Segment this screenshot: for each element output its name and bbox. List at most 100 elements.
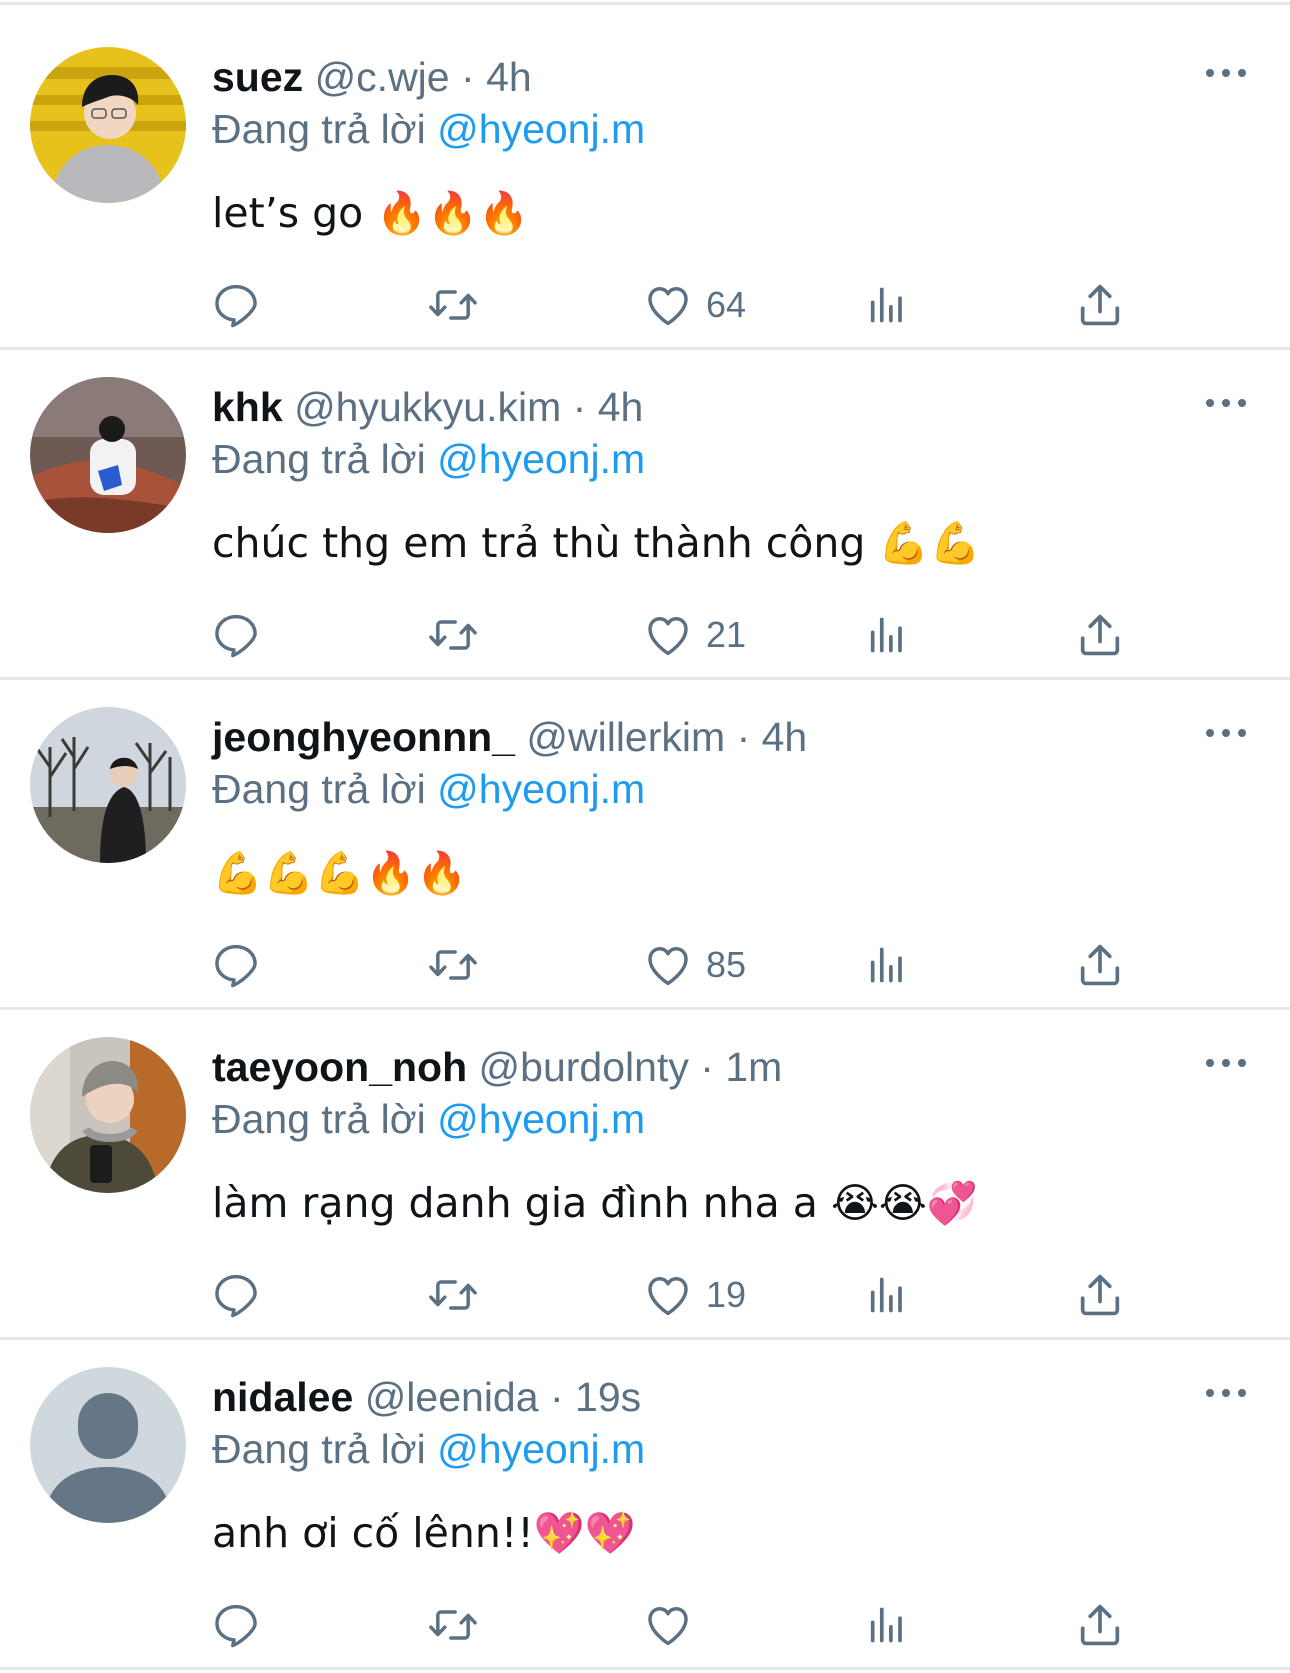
user-handle[interactable]: @willerkim: [526, 714, 725, 760]
timestamp[interactable]: 19s: [575, 1374, 641, 1420]
tweet-header: nidalee @leenida · 19s: [212, 1371, 641, 1423]
display-name[interactable]: suez: [212, 54, 303, 100]
avatar[interactable]: [30, 47, 186, 203]
share-icon: [1074, 279, 1126, 331]
analytics-icon: [860, 279, 912, 331]
reply-tweet[interactable]: suez @c.wje · 4h Đang trả lời @hyeonj.m …: [0, 5, 1290, 335]
replying-to: Đang trả lời @hyeonj.m: [212, 1093, 645, 1145]
retweet-button[interactable]: [427, 605, 479, 665]
reply-button[interactable]: [210, 275, 262, 335]
tweet-text: chúc thg em trả thù thành công 💪💪: [212, 519, 981, 567]
like-count: 85: [706, 944, 747, 985]
more-options-icon[interactable]: [1204, 393, 1248, 413]
avatar[interactable]: [30, 1037, 186, 1193]
reply-icon: [210, 1599, 262, 1651]
reply-prefix: Đang trả lời: [212, 436, 426, 482]
heart-icon: [642, 279, 694, 331]
more-options-icon[interactable]: [1204, 723, 1248, 743]
like-button[interactable]: 21: [642, 605, 746, 665]
timestamp[interactable]: 4h: [762, 714, 808, 760]
timestamp[interactable]: 1m: [725, 1044, 782, 1090]
analytics-button[interactable]: [860, 275, 912, 335]
reply-tweet[interactable]: khk @hyukkyu.kim · 4h Đang trả lời @hyeo…: [0, 335, 1290, 665]
separator-dot: ·: [549, 1374, 564, 1420]
bottom-divider: [0, 1667, 1290, 1670]
display-name[interactable]: khk: [212, 384, 283, 430]
reply-tweet[interactable]: jeonghyeonnn_ @willerkim · 4h Đang trả l…: [0, 665, 1290, 995]
timestamp[interactable]: 4h: [598, 384, 644, 430]
separator-dot: ·: [736, 714, 751, 760]
separator-dot: ·: [700, 1044, 714, 1090]
retweet-icon: [427, 1269, 479, 1321]
reply-icon: [210, 609, 262, 661]
user-handle[interactable]: @burdolnty: [479, 1044, 689, 1090]
reply-prefix: Đang trả lời: [212, 766, 426, 812]
like-count: 64: [706, 284, 747, 325]
tweet-header: taeyoon_noh @burdolnty · 1m: [212, 1041, 782, 1093]
heart-icon: [642, 609, 694, 661]
retweet-button[interactable]: [427, 1265, 479, 1325]
avatar[interactable]: [30, 1367, 186, 1523]
share-button[interactable]: [1074, 935, 1126, 995]
share-button[interactable]: [1074, 605, 1126, 665]
reply-button[interactable]: [210, 1595, 262, 1655]
display-name[interactable]: nidalee: [212, 1374, 353, 1420]
reply-button[interactable]: [210, 605, 262, 665]
share-icon: [1074, 1599, 1126, 1651]
tweet-text: làm rạng danh gia đình nha a 😭😭💞: [212, 1179, 978, 1227]
like-button[interactable]: 64: [642, 275, 746, 335]
analytics-button[interactable]: [860, 935, 912, 995]
share-button[interactable]: [1074, 1595, 1126, 1655]
more-options-icon[interactable]: [1204, 1383, 1248, 1403]
retweet-icon: [427, 1599, 479, 1651]
mention-link[interactable]: @hyeonj.m: [437, 1426, 645, 1472]
mention-link[interactable]: @hyeonj.m: [437, 436, 645, 482]
like-button[interactable]: 19: [642, 1265, 746, 1325]
replying-to: Đang trả lời @hyeonj.m: [212, 433, 645, 485]
heart-icon: [642, 1269, 694, 1321]
reply-icon: [210, 939, 262, 991]
analytics-icon: [860, 1269, 912, 1321]
action-bar: 19: [0, 1265, 1290, 1325]
tweet-text: 💪💪💪🔥🔥: [212, 849, 468, 897]
analytics-button[interactable]: [860, 605, 912, 665]
action-bar: 21: [0, 605, 1290, 665]
display-name[interactable]: jeonghyeonnn_: [212, 714, 515, 760]
avatar[interactable]: [30, 377, 186, 533]
display-name[interactable]: taeyoon_noh: [212, 1044, 467, 1090]
mention-link[interactable]: @hyeonj.m: [437, 106, 645, 152]
avatar[interactable]: [30, 707, 186, 863]
user-handle[interactable]: @leenida: [365, 1374, 539, 1420]
mention-link[interactable]: @hyeonj.m: [437, 1096, 645, 1142]
replying-to: Đang trả lời @hyeonj.m: [212, 1423, 645, 1475]
share-button[interactable]: [1074, 275, 1126, 335]
share-button[interactable]: [1074, 1265, 1126, 1325]
retweet-button[interactable]: [427, 275, 479, 335]
like-count: 21: [706, 614, 747, 655]
user-handle[interactable]: @c.wje: [315, 54, 450, 100]
analytics-icon: [860, 609, 912, 661]
more-options-icon[interactable]: [1204, 1053, 1248, 1073]
more-options-icon[interactable]: [1204, 63, 1248, 83]
timestamp[interactable]: 4h: [486, 54, 532, 100]
like-button[interactable]: [642, 1595, 706, 1655]
share-icon: [1074, 609, 1126, 661]
mention-link[interactable]: @hyeonj.m: [437, 766, 645, 812]
share-icon: [1074, 939, 1126, 991]
heart-icon: [642, 939, 694, 991]
retweet-button[interactable]: [427, 1595, 479, 1655]
reply-prefix: Đang trả lời: [212, 106, 426, 152]
separator-dot: ·: [461, 54, 475, 100]
retweet-button[interactable]: [427, 935, 479, 995]
analytics-button[interactable]: [860, 1265, 912, 1325]
analytics-button[interactable]: [860, 1595, 912, 1655]
reply-prefix: Đang trả lời: [212, 1426, 426, 1472]
replying-to: Đang trả lời @hyeonj.m: [212, 763, 645, 815]
retweet-icon: [427, 609, 479, 661]
reply-tweet[interactable]: nidalee @leenida · 19s Đang trả lời @hye…: [0, 1325, 1290, 1655]
like-button[interactable]: 85: [642, 935, 746, 995]
reply-button[interactable]: [210, 1265, 262, 1325]
user-handle[interactable]: @hyukkyu.kim: [294, 384, 561, 430]
reply-button[interactable]: [210, 935, 262, 995]
reply-tweet[interactable]: taeyoon_noh @burdolnty · 1m Đang trả lời…: [0, 995, 1290, 1325]
